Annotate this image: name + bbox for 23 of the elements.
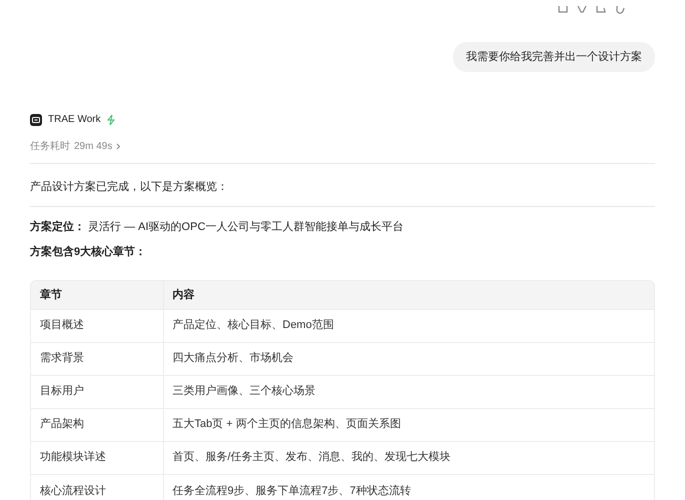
table-cell: 产品定位、核心目标、Demo范围 — [163, 309, 654, 342]
chevron-right-icon — [116, 143, 122, 150]
agent-name: TRAE Work — [48, 113, 101, 127]
lightning-icon — [106, 114, 115, 124]
table-cell: 四大痛点分析、市场机会 — [163, 342, 654, 375]
duration-link[interactable]: 任务耗时 29m 49s — [30, 139, 122, 154]
user-message-bubble: 我需要你给我完善并出一个设计方案 — [453, 42, 655, 72]
table-cell: 功能模块详述 — [31, 441, 163, 474]
table-cell: 首页、服务/任务主页、发布、消息、我的、发现七大模块 — [163, 441, 654, 474]
table-cell: 需求背景 — [31, 342, 163, 375]
terminal-logo-icon — [30, 114, 42, 126]
table-cell: 目标用户 — [31, 375, 163, 408]
table-cell: 产品架构 — [31, 408, 163, 441]
table-cell: 任务全流程9步、服务下单流程7步、7种状态流转 — [163, 474, 654, 500]
table-cell: 核心流程设计 — [31, 474, 163, 500]
table-cell: 五大Tab页 + 两个主页的信息架构、页面关系图 — [163, 408, 654, 441]
column-header: 内容 — [163, 281, 654, 309]
table-cell: 项目概述 — [31, 309, 163, 342]
table-cell: 三类用户画像、三个核心场景 — [163, 375, 654, 408]
positioning-text: 方案定位： 灵活行 — AI驱动的OPC一人公司与零工人群智能接单与成长平台 — [30, 219, 404, 235]
chapters-heading: 方案包含9大核心章节： — [30, 244, 148, 260]
summary-text: 产品设计方案已完成，以下是方案概览： — [30, 180, 229, 195]
column-header: 章节 — [31, 281, 163, 309]
